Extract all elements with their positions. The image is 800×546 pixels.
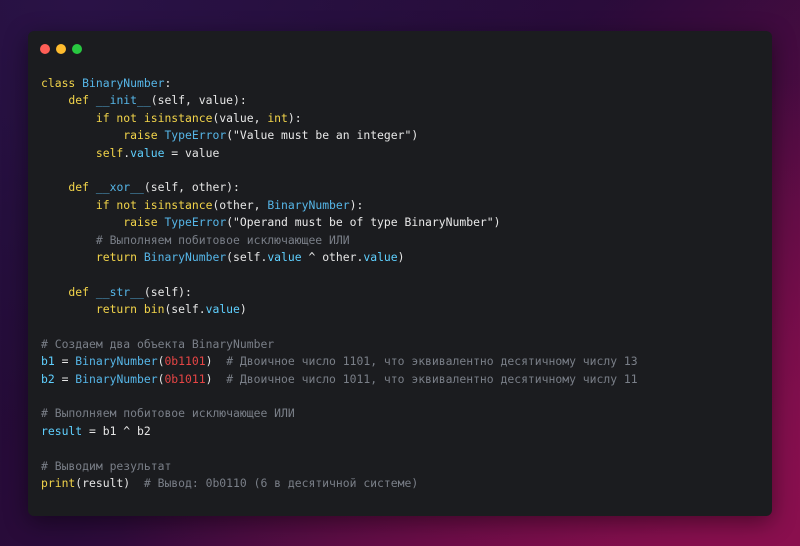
code-line: raise TypeError("Value must be an intege… bbox=[41, 127, 638, 144]
code-token: ) bbox=[205, 371, 227, 386]
code-token: 0b1011 bbox=[164, 371, 206, 386]
code-token: # Двоичное число 1101, что эквивалентно … bbox=[226, 354, 638, 369]
code-token: print bbox=[41, 475, 76, 490]
code-token: result bbox=[41, 423, 83, 438]
minimize-icon[interactable] bbox=[56, 44, 66, 54]
code-token: if not bbox=[41, 110, 144, 125]
code-token: # Выполняем побитовое исключающее ИЛИ bbox=[41, 406, 295, 421]
code-token: ): bbox=[287, 110, 302, 125]
code-token: (result) bbox=[75, 475, 144, 490]
code-token: # Двоичное число 1011, что эквивалентно … bbox=[226, 371, 638, 386]
code-token: b2 bbox=[41, 371, 55, 386]
code-line: def __init__(self, value): bbox=[41, 92, 638, 109]
code-token: isinstance bbox=[143, 110, 213, 125]
code-token: ) bbox=[397, 249, 405, 264]
code-token: (value, bbox=[212, 110, 268, 125]
code-token: (self): bbox=[143, 284, 192, 299]
code-token: if not bbox=[41, 197, 144, 212]
code-token: value bbox=[267, 249, 302, 264]
code-line: if not isinstance(other, BinaryNumber): bbox=[41, 197, 638, 214]
code-line: # Выполняем побитовое исключающее ИЛИ bbox=[41, 232, 638, 249]
code-token: value bbox=[130, 145, 165, 160]
code-token: = b1 ^ b2 bbox=[82, 423, 151, 438]
code-window: class BinaryNumber: def __init__(self, v… bbox=[28, 31, 772, 516]
code-token: BinaryNumber bbox=[75, 354, 158, 369]
close-icon[interactable] bbox=[40, 44, 50, 54]
code-token: ) bbox=[239, 302, 247, 317]
code-line: print(result) # Вывод: 0b0110 (6 в десят… bbox=[41, 475, 638, 492]
code-token: raise bbox=[41, 215, 165, 230]
code-line: self.value = value bbox=[41, 145, 638, 162]
code-line: raise TypeError("Operand must be of type… bbox=[41, 214, 638, 231]
code-token: b1 bbox=[41, 354, 55, 369]
code-token: __str__ bbox=[95, 284, 144, 299]
code-token: ("Operand must be of type BinaryNumber") bbox=[226, 215, 501, 230]
code-token: TypeError bbox=[164, 128, 227, 143]
code-token: # Выводим результат bbox=[41, 458, 172, 473]
code-token: int bbox=[267, 110, 288, 125]
code-token: = value bbox=[164, 145, 220, 160]
code-line: return BinaryNumber(self.value ^ other.v… bbox=[41, 249, 638, 266]
code-token: class bbox=[41, 76, 83, 90]
code-line: class BinaryNumber: bbox=[41, 75, 638, 92]
code-token: ^ other. bbox=[301, 249, 364, 264]
code-token: __xor__ bbox=[95, 180, 144, 195]
code-line: return bin(self.value) bbox=[41, 301, 638, 318]
code-token: ): bbox=[349, 197, 364, 212]
code-token: (self. bbox=[226, 249, 268, 264]
code-token: (self, other): bbox=[143, 180, 240, 195]
code-token: TypeError bbox=[164, 215, 227, 230]
code-token: value bbox=[363, 249, 398, 264]
code-token: # Вывод: 0b0110 (6 в десятичной системе) bbox=[143, 475, 419, 490]
code-token: raise bbox=[41, 128, 165, 143]
code-token: BinaryNumber bbox=[267, 197, 350, 212]
code-token: def bbox=[41, 284, 96, 299]
code-line: # Создаем два объекта BinaryNumber bbox=[41, 336, 638, 353]
code-token: (self, value): bbox=[150, 93, 247, 108]
code-line: if not isinstance(value, int): bbox=[41, 110, 638, 127]
code-token: = bbox=[54, 354, 76, 369]
code-line: def __xor__(self, other): bbox=[41, 179, 638, 196]
code-token: # Создаем два объекта BinaryNumber bbox=[41, 336, 275, 351]
code-line: def __str__(self): bbox=[41, 284, 638, 301]
code-token: ("Value must be an integer") bbox=[226, 128, 419, 143]
code-token: : bbox=[164, 76, 172, 90]
code-token: # Выполняем побитовое исключающее ИЛИ bbox=[41, 232, 350, 247]
code-line: b1 = BinaryNumber(0b1101) # Двоичное чис… bbox=[41, 353, 638, 370]
code-token: def bbox=[41, 180, 96, 195]
code-token: BinaryNumber bbox=[82, 76, 165, 90]
code-token: return bbox=[41, 302, 144, 317]
code-token: 0b1101 bbox=[164, 354, 206, 369]
code-line: # Выводим результат bbox=[41, 458, 638, 475]
code-token: = bbox=[54, 371, 76, 386]
code-token: (self. bbox=[164, 302, 206, 317]
code-token: __init__ bbox=[95, 93, 151, 108]
code-token: def bbox=[41, 93, 96, 108]
code-token: value bbox=[205, 302, 240, 317]
code-line: result = b1 ^ b2 bbox=[41, 423, 638, 440]
code-token: bin bbox=[143, 302, 165, 317]
window-controls bbox=[40, 44, 82, 54]
code-line: b2 = BinaryNumber(0b1011) # Двоичное чис… bbox=[41, 371, 638, 388]
code-token: self bbox=[41, 145, 124, 160]
code-token: ) bbox=[205, 354, 227, 369]
code-token: BinaryNumber bbox=[143, 249, 227, 264]
code-block: class BinaryNumber: def __init__(self, v… bbox=[41, 75, 638, 492]
code-token: (other, bbox=[212, 197, 268, 212]
code-token: isinstance bbox=[143, 197, 213, 212]
code-token: BinaryNumber bbox=[75, 371, 158, 386]
code-token: return bbox=[41, 249, 144, 264]
code-line: # Выполняем побитовое исключающее ИЛИ bbox=[41, 405, 638, 422]
maximize-icon[interactable] bbox=[72, 44, 82, 54]
